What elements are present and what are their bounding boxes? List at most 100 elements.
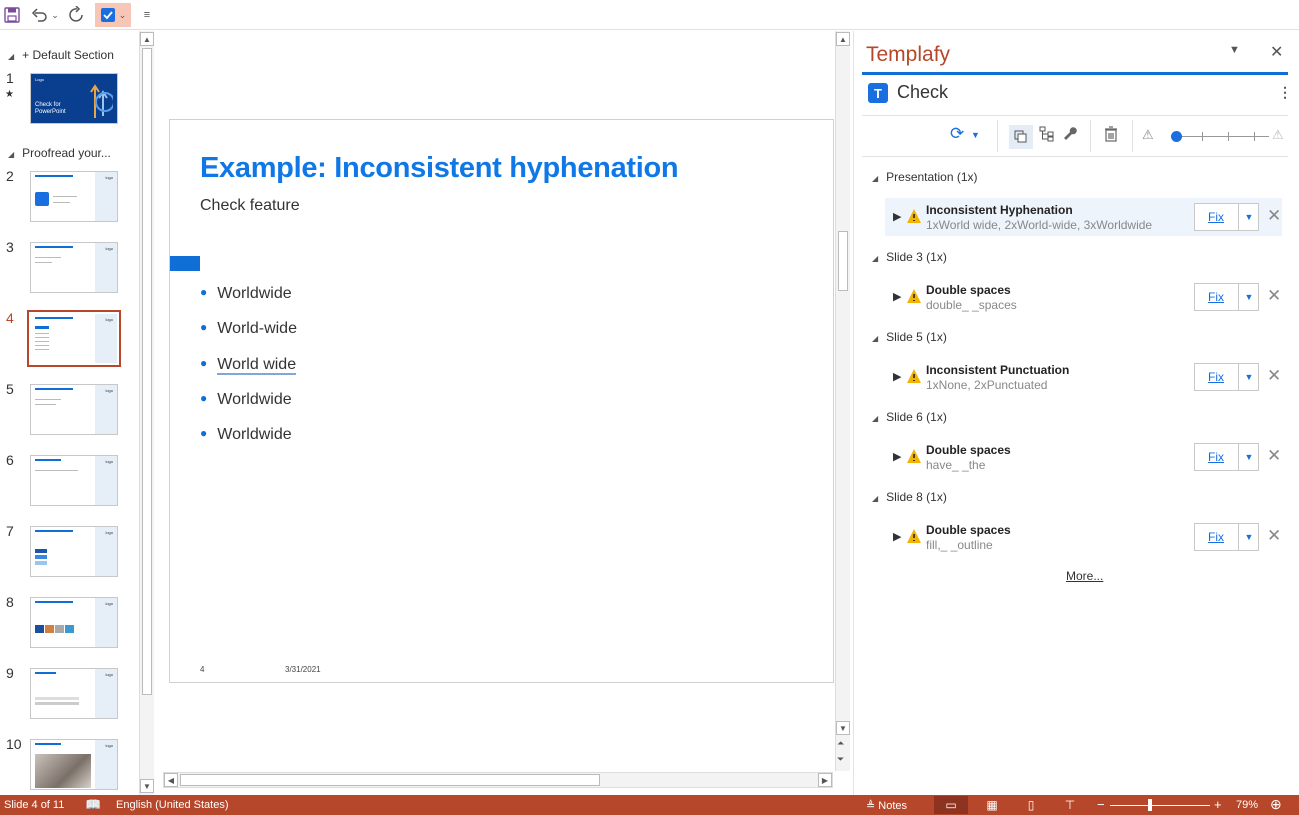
thumbnails-scrollbar[interactable]: ▲ ▼ [139,31,154,795]
previous-slide-icon[interactable]: ⏶ [837,738,844,749]
bullet-item[interactable]: ● Worldwide [200,426,292,444]
slide-thumbnail-9[interactable]: logo [30,668,118,719]
severity-slider-knob[interactable] [1171,131,1182,142]
undo-icon[interactable] [30,3,50,27]
scroll-down-icon[interactable]: ▼ [836,721,850,735]
chevron-down-icon[interactable]: ▼ [1238,284,1259,310]
spelling-book-icon[interactable]: 📖 [85,797,101,813]
zoom-slider[interactable] [1110,805,1210,806]
scroll-left-icon[interactable]: ◀ [164,773,178,787]
fix-button[interactable]: Fix ▼ [1194,523,1259,551]
fit-to-window-icon[interactable]: ⊕ [1270,796,1282,813]
expand-triangle-icon[interactable]: ▶ [893,210,901,223]
slideshow-button[interactable]: ⊤ [1053,796,1087,814]
scroll-up-icon[interactable]: ▲ [836,32,850,46]
issue-item[interactable]: ▶ Inconsistent Punctuation 1xNone, 2xPun… [885,358,1282,396]
expand-triangle-icon[interactable]: ▶ [893,450,901,463]
slide-thumbnail-1[interactable]: Logo Check for PowerPoint [30,73,118,124]
dismiss-icon[interactable]: ✕ [1267,526,1281,546]
dismiss-icon[interactable]: ✕ [1267,286,1281,306]
slide-sorter-button[interactable]: ▦ [975,796,1009,814]
more-options-icon[interactable]: ⋮ [1278,84,1292,101]
slide-thumbnail-2[interactable]: logo [30,171,118,222]
trash-icon[interactable] [1104,126,1118,146]
group-slide-5[interactable]: ◢ Slide 5 (1x) [872,330,947,344]
wrench-icon[interactable] [1063,126,1079,146]
next-slide-icon[interactable]: ⏷ [837,754,844,765]
issue-item[interactable]: ▶ Double spaces double_ _spaces Fix ▼ ✕ [885,278,1282,316]
dismiss-icon[interactable]: ✕ [1267,366,1281,386]
fix-button[interactable]: Fix ▼ [1194,203,1259,231]
redo-icon[interactable] [66,3,88,27]
bullet-item[interactable]: ● Worldwide [200,285,292,303]
slide-canvas[interactable]: Example: Inconsistent hyphenation Check … [169,119,834,683]
copy-icon [1014,130,1027,143]
slide-thumbnail-4[interactable]: logo [27,310,121,367]
normal-view-button[interactable]: ▭ [934,796,968,814]
editor-horizontal-scrollbar[interactable]: ◀ ▶ [163,772,833,788]
undo-dropdown-icon[interactable]: ⌄ [50,3,60,27]
copy-view-button[interactable] [1009,125,1033,149]
scroll-up-icon[interactable]: ▲ [140,32,154,46]
slide-title[interactable]: Example: Inconsistent hyphenation [200,152,679,185]
dismiss-icon[interactable]: ✕ [1267,446,1281,466]
chevron-down-icon[interactable]: ▼ [1238,524,1259,550]
more-link[interactable]: More... [1066,569,1103,583]
group-slide-3[interactable]: ◢ Slide 3 (1x) [872,250,947,264]
issue-item[interactable]: ▶ Double spaces fill,_ _outline Fix ▼ ✕ [885,518,1282,556]
zoom-slider-thumb[interactable] [1148,799,1152,811]
expand-triangle-icon[interactable]: ▶ [893,370,901,383]
zoom-out-button[interactable]: − [1097,797,1105,812]
collapse-triangle-icon[interactable]: ◢ [8,52,14,61]
zoom-in-button[interactable]: + [1214,797,1222,812]
language-indicator[interactable]: English (United States) [116,799,229,811]
pane-options-icon[interactable]: ▼ [1229,44,1240,56]
group-slide-6[interactable]: ◢ Slide 6 (1x) [872,410,947,424]
slide-thumbnail-6[interactable]: logo [30,455,118,506]
scroll-right-icon[interactable]: ▶ [818,773,832,787]
section-default[interactable]: ◢ + Default Section [8,48,114,62]
group-presentation[interactable]: ◢ Presentation (1x) [872,170,978,184]
expand-triangle-icon[interactable]: ▶ [893,290,901,303]
issue-item[interactable]: ▶ Double spaces have_ _the Fix ▼ ✕ [885,438,1282,476]
slide-thumbnail-3[interactable]: logo [30,242,118,293]
section-proofread[interactable]: ◢ Proofread your... [8,146,111,160]
slide-thumbnail-5[interactable]: logo [30,384,118,435]
hierarchy-icon[interactable] [1039,126,1055,146]
editor-scrollbar[interactable]: ▲ ▼ ⏶ ⏷ [835,31,850,771]
save-icon[interactable] [2,3,22,27]
zoom-level[interactable]: 79% [1236,799,1258,811]
collapse-triangle-icon[interactable]: ◢ [8,150,14,159]
issue-item[interactable]: ▶ Inconsistent Hyphenation 1xWorld wide,… [885,198,1282,236]
bullet-item[interactable]: ● World wide [200,356,297,375]
fix-button[interactable]: Fix ▼ [1194,363,1259,391]
chevron-down-icon[interactable]: ▼ [971,130,980,140]
reading-view-button[interactable]: ▯ [1014,796,1048,814]
chevron-down-icon[interactable]: ▼ [1238,364,1259,390]
scroll-thumb[interactable] [180,774,600,786]
scroll-down-icon[interactable]: ▼ [140,779,154,793]
chevron-down-icon[interactable]: ▼ [1238,444,1259,470]
check-toggle-button[interactable]: ⌄ [95,3,131,27]
customize-qat-icon[interactable]: ≡ [140,3,154,27]
slide-thumbnail-10[interactable]: logo [30,739,118,790]
scroll-thumb[interactable] [142,48,152,695]
slide-thumbnail-8[interactable]: logo [30,597,118,648]
slide-thumbnail-7[interactable]: logo [30,526,118,577]
chevron-down-icon[interactable]: ▼ [1238,204,1259,230]
refresh-icon[interactable]: ⟳ [950,124,964,144]
issue-detail: have_ _the [926,458,986,472]
slide-indicator[interactable]: Slide 4 of 11 [4,799,64,811]
scroll-thumb[interactable] [838,231,848,291]
bullet-item[interactable]: ● World-wide [200,320,297,338]
notes-button[interactable]: ≜ Notes [866,799,907,812]
expand-triangle-icon[interactable]: ▶ [893,530,901,543]
animation-star-icon: ★ [5,89,14,100]
fix-button[interactable]: Fix ▼ [1194,443,1259,471]
slide-subtitle[interactable]: Check feature [200,197,300,215]
bullet-item[interactable]: ● Worldwide [200,391,292,409]
group-slide-8[interactable]: ◢ Slide 8 (1x) [872,490,947,504]
fix-button[interactable]: Fix ▼ [1194,283,1259,311]
dismiss-icon[interactable]: ✕ [1267,206,1281,226]
close-icon[interactable]: ✕ [1270,42,1283,62]
